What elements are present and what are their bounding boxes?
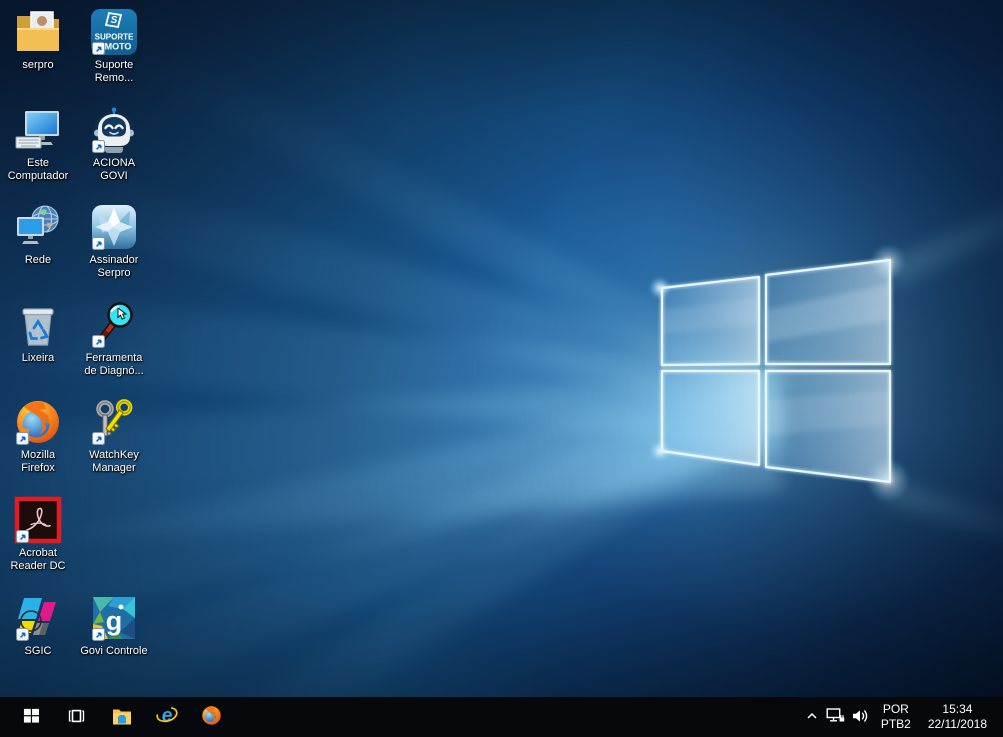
desktop-icon-mozilla-firefox[interactable]: Mozilla Firefox [0,398,76,475]
task-view-icon [67,707,86,728]
desktop-icon-ferramenta-diagnostico[interactable]: Ferramenta de Diagnó... [76,301,152,378]
diagnostic-magnifier-icon [90,301,138,349]
taskbar: e POR PTB2 15:34 22/11/2018 [0,697,1003,737]
shortcut-arrow-icon [92,432,105,445]
desktop-icon-watchkey-manager[interactable]: WatchKey Manager [76,398,152,475]
file-explorer-icon [112,707,132,728]
language-code: POR [882,702,909,716]
windows-logo-icon [23,707,40,727]
serpro-folder-icon [14,8,62,56]
shortcut-arrow-icon [16,530,29,543]
ethernet-network-icon [826,707,845,727]
language-indicator[interactable]: POR PTB2 [872,697,920,737]
desktop[interactable]: serpro S SUPORTE MOTO Suporte Remo... Es… [0,0,1003,697]
recycle-bin-icon [14,301,62,349]
firefox-taskbar-button[interactable] [189,697,234,737]
shortcut-arrow-icon [92,628,105,641]
shortcut-arrow-icon [92,42,105,55]
watchkey-keys-icon [90,398,138,446]
icon-label: Suporte Remo... [94,59,134,84]
task-view-button[interactable] [54,697,99,737]
desktop-icon-acrobat-reader[interactable]: Acrobat Reader DC [0,496,76,573]
internet-explorer-button[interactable]: e [144,697,189,737]
assinador-serpro-icon [90,203,138,251]
desktop-icon-rede[interactable]: Rede [0,203,76,267]
speaker-icon [851,708,869,727]
svg-text:SUPORTE: SUPORTE [95,33,134,42]
tray-date: 22/11/2018 [927,717,987,731]
desktop-icon-assinador-serpro[interactable]: Assinador Serpro [76,203,152,280]
icon-label: Acrobat Reader DC [10,547,66,572]
suporte-remoto-icon: S SUPORTE MOTO [90,8,138,56]
icon-label: Govi Controle [80,645,148,657]
icon-label: SGIC [24,645,52,657]
system-tray: POR PTB2 15:34 22/11/2018 [800,697,1003,737]
firefox-icon [201,705,222,729]
icon-label: Rede [24,254,52,266]
desktop-icon-suporte-remoto[interactable]: S SUPORTE MOTO Suporte Remo... [76,8,152,85]
taskbar-left: e [0,697,234,737]
keyboard-layout-code: PTB2 [880,717,911,731]
icon-label: Assinador Serpro [89,254,139,279]
svg-text:S: S [111,15,118,26]
icon-label: Ferramenta de Diagnó... [84,352,144,377]
this-pc-icon [14,106,62,154]
shortcut-arrow-icon [16,628,29,641]
svg-text:g: g [106,606,123,636]
desktop-icon-serpro[interactable]: serpro [0,8,76,72]
icon-label: WatchKey Manager [89,449,139,474]
aciona-govi-robot-icon [90,106,138,154]
svg-text:MOTO: MOTO [105,42,132,52]
icon-label: ACIONA GOVI [92,157,136,182]
icon-label: Mozilla Firefox [20,449,56,474]
sgic-icon [14,594,62,642]
clock[interactable]: 15:34 22/11/2018 [920,697,995,737]
acrobat-reader-icon [14,496,62,544]
icon-label: Lixeira [21,352,55,364]
shortcut-arrow-icon [92,335,105,348]
tray-time: 15:34 [942,702,973,716]
network-icon [14,203,62,251]
desktop-icon-lixeira[interactable]: Lixeira [0,301,76,365]
firefox-icon [14,398,62,446]
tray-expand-button[interactable] [800,697,824,737]
shortcut-arrow-icon [92,140,105,153]
network-tray-button[interactable] [824,697,848,737]
icon-label: serpro [22,59,54,71]
desktop-icon-govi-controle[interactable]: g Govi Controle [76,594,152,658]
desktop-icon-este-computador[interactable]: Este Computador [0,106,76,183]
start-button[interactable] [9,697,54,737]
desktop-icon-aciona-govi[interactable]: ACIONA GOVI [76,106,152,183]
desktop-icon-sgic[interactable]: SGIC [0,594,76,658]
chevron-up-icon [804,708,820,727]
govi-controle-icon: g [90,594,138,642]
icon-label: Este Computador [7,157,69,182]
volume-tray-button[interactable] [848,697,872,737]
file-explorer-button[interactable] [99,697,144,737]
svg-text:e: e [161,705,172,726]
shortcut-arrow-icon [92,237,105,250]
shortcut-arrow-icon [16,432,29,445]
internet-explorer-icon: e [155,705,178,730]
